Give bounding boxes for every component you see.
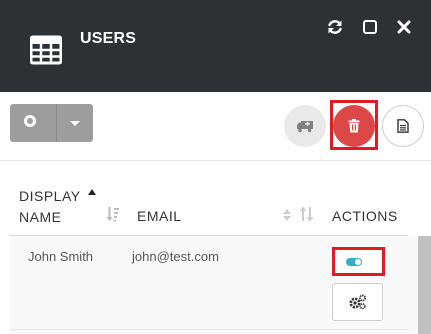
move-button[interactable] (284, 105, 326, 147)
delete-button[interactable] (333, 105, 375, 147)
split-button-main[interactable] (10, 104, 56, 142)
table-icon (29, 34, 63, 66)
close-icon[interactable] (395, 18, 413, 36)
window-title: USERS (80, 30, 137, 47)
toolbar-separator (0, 160, 431, 161)
cell-email: john@test.com (132, 249, 219, 264)
scrollbar-thumb[interactable] (418, 236, 431, 334)
split-button[interactable] (10, 104, 93, 142)
settings-button[interactable] (332, 283, 383, 321)
truck-icon (297, 121, 313, 133)
window-header: USERS (0, 0, 431, 92)
column-header-display-line1: DISPLAY (19, 188, 81, 204)
column-header-actions: ACTIONS (332, 208, 398, 224)
circle-icon (24, 115, 36, 127)
column-header-display-line2: NAME (19, 209, 62, 225)
sort-arrows-icon[interactable] (299, 206, 315, 222)
refresh-icon[interactable] (326, 18, 344, 36)
document-button[interactable] (382, 105, 424, 147)
sort-ascending-icon[interactable] (87, 188, 97, 196)
maximize-icon[interactable] (361, 18, 379, 36)
row-divider (10, 329, 408, 330)
gears-icon (349, 294, 366, 310)
toggle-knob (355, 259, 361, 265)
main-panel: DISPLAY NAME EMAIL ACTIONS John Smith jo… (0, 92, 431, 334)
caret-down-icon (70, 121, 80, 126)
column-header-display-name[interactable]: DISPLAY NAME (19, 186, 81, 228)
enable-toggle[interactable] (335, 250, 382, 273)
trash-icon (348, 119, 360, 133)
sort-amount-icon[interactable] (106, 206, 122, 222)
sort-both-icon[interactable] (282, 208, 292, 222)
cell-display-name: John Smith (28, 249, 94, 264)
column-header-email[interactable]: EMAIL (137, 206, 182, 227)
split-button-dropdown[interactable] (57, 104, 93, 142)
document-icon (397, 119, 409, 133)
